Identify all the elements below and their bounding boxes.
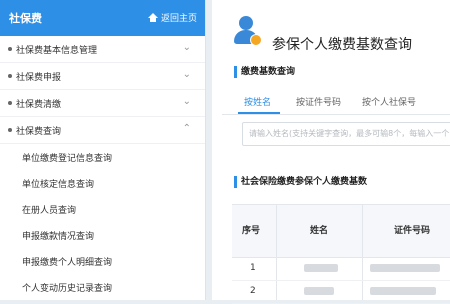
chevron-down-icon: ⌄ bbox=[182, 96, 191, 107]
tab-by-social-number[interactable]: 按个人社保号 bbox=[362, 95, 416, 108]
bullet-icon bbox=[8, 128, 12, 132]
query-tabs: 按姓名 按证件号码 按个人社保号 bbox=[222, 88, 450, 115]
column-header-name: 姓名 bbox=[310, 226, 329, 236]
table-row[interactable]: 2 bbox=[232, 281, 450, 304]
submenu-item[interactable]: 单位缴费登记信息查询 bbox=[0, 144, 205, 170]
section-query: 缴费基数查询 bbox=[234, 66, 450, 78]
tab-by-name[interactable]: 按姓名 bbox=[244, 95, 271, 108]
home-link[interactable]: 返回主页 bbox=[147, 11, 197, 24]
sidebar-header: 社保费 返回主页 bbox=[0, 0, 205, 36]
bullet-icon bbox=[8, 74, 12, 78]
submenu-item-label: 个人变动历史记录查询 bbox=[22, 284, 113, 294]
bullet-icon bbox=[8, 101, 12, 105]
sidebar-title: 社保费 bbox=[9, 12, 42, 25]
chevron-down-icon: ⌄ bbox=[182, 42, 191, 53]
search-placeholder: 请输入姓名(支持关键字查询，最多可输8个，每输入一个 bbox=[249, 129, 450, 138]
submenu-item-label: 单位核定信息查询 bbox=[22, 180, 95, 190]
redacted-name bbox=[304, 287, 334, 295]
row-index: 2 bbox=[250, 286, 256, 296]
table-row[interactable]: 1 bbox=[232, 258, 450, 281]
redacted-id bbox=[370, 287, 436, 295]
sidebar-item-query[interactable]: 社保费查询 ⌃ bbox=[0, 117, 205, 144]
page-title: 参保个人缴费基数查询 bbox=[272, 37, 412, 53]
table-header: 序号 姓名 证件号码 bbox=[232, 204, 450, 258]
submenu-item[interactable]: 在册人员查询 bbox=[0, 196, 205, 222]
sidebar-item-label: 社保费清缴 bbox=[16, 100, 62, 110]
home-icon bbox=[147, 12, 158, 23]
section-result: 社会保险缴费参保个人缴费基数 bbox=[234, 176, 367, 188]
submenu-item-label: 单位缴费登记信息查询 bbox=[22, 154, 113, 164]
user-icon bbox=[232, 16, 262, 50]
sidebar-item-declare[interactable]: 社保费申报 ⌄ bbox=[0, 63, 205, 90]
submenu-item-label: 申报缴款情况查询 bbox=[22, 232, 95, 242]
sidebar: 社保费 返回主页 社保费基本信息管理 ⌄ 社保费申报 ⌄ 社保费清缴 ⌄ 社保费… bbox=[0, 0, 206, 300]
chevron-down-icon: ⌄ bbox=[182, 69, 191, 80]
submenu-item-label: 申报缴费个人明细查询 bbox=[22, 258, 113, 268]
submenu-item[interactable]: 申报缴款情况查询 bbox=[0, 222, 205, 248]
search-input[interactable]: 请输入姓名(支持关键字查询，最多可输8个，每输入一个 bbox=[242, 122, 450, 146]
bullet-icon bbox=[8, 47, 12, 51]
sidebar-item-clearing[interactable]: 社保费清缴 ⌄ bbox=[0, 90, 205, 117]
column-header-id: 证件号码 bbox=[394, 226, 431, 236]
sidebar-item-label: 社保费申报 bbox=[16, 73, 62, 83]
chevron-up-icon: ⌃ bbox=[182, 123, 191, 134]
main-panel: 参保个人缴费基数查询 缴费基数查询 按姓名 按证件号码 按个人社保号 请输入姓名… bbox=[212, 0, 450, 304]
submenu-item[interactable]: 单位核定信息查询 bbox=[0, 170, 205, 196]
submenu-item[interactable]: 个人变动历史记录查询 bbox=[0, 274, 205, 300]
sidebar-item-label: 社保费基本信息管理 bbox=[16, 46, 98, 56]
redacted-id bbox=[370, 264, 440, 272]
sidebar-menu: 社保费基本信息管理 ⌄ 社保费申报 ⌄ 社保费清缴 ⌄ 社保费查询 ⌃ 单位缴费… bbox=[0, 36, 205, 300]
page-header: 参保个人缴费基数查询 bbox=[212, 0, 450, 60]
row-index: 1 bbox=[250, 263, 256, 273]
tab-active-indicator bbox=[238, 112, 280, 114]
tab-by-id-number[interactable]: 按证件号码 bbox=[296, 95, 341, 108]
submenu-item-label: 在册人员查询 bbox=[22, 206, 77, 216]
sidebar-item-label: 社保费查询 bbox=[16, 127, 62, 137]
home-link-label: 返回主页 bbox=[160, 14, 197, 24]
sidebar-item-basic-info[interactable]: 社保费基本信息管理 ⌄ bbox=[0, 36, 205, 63]
redacted-name bbox=[304, 264, 338, 272]
section-title: 缴费基数查询 bbox=[234, 66, 450, 78]
submenu-item[interactable]: 申报缴费个人明细查询 bbox=[0, 248, 205, 274]
column-header-index: 序号 bbox=[242, 226, 261, 236]
section-title: 社会保险缴费参保个人缴费基数 bbox=[234, 176, 367, 188]
